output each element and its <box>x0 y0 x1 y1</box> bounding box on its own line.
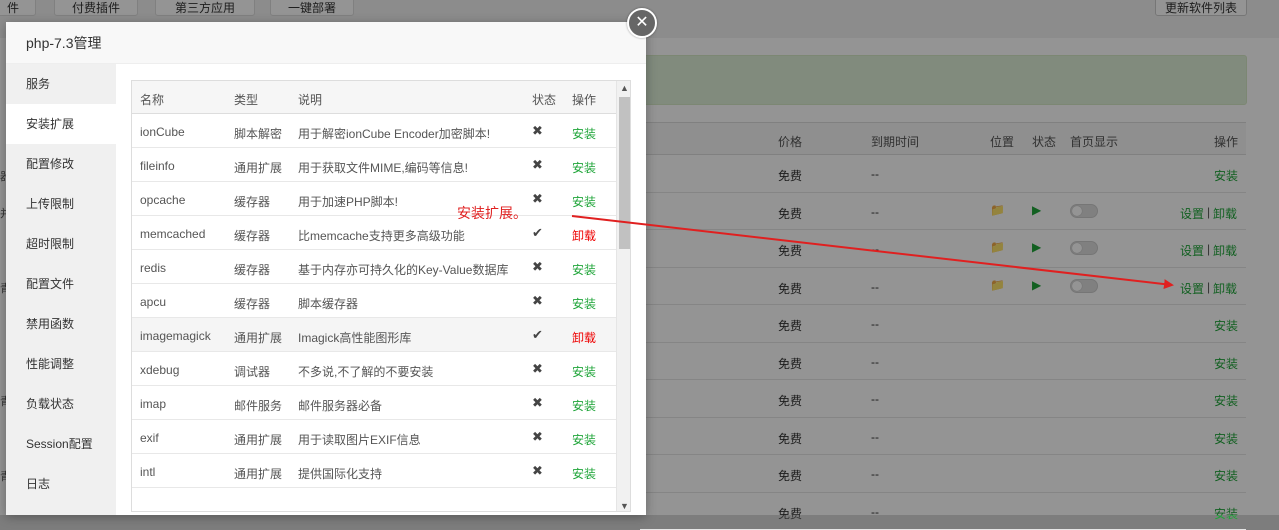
extension-type: 通用扩展 <box>234 329 282 346</box>
extension-row: imagemagick 通用扩展 Imagick高性能图形库 ✔ 卸载 <box>132 318 616 352</box>
scroll-up-icon[interactable]: ▲ <box>617 81 631 95</box>
sidebar-item-config-file[interactable]: 配置文件 <box>6 264 116 304</box>
sidebar-item-disabled-functions[interactable]: 禁用函数 <box>6 304 116 344</box>
extension-type: 通用扩展 <box>234 431 282 448</box>
extension-name: redis <box>140 261 166 275</box>
install-link[interactable]: 安装 <box>572 125 596 142</box>
extension-row: fileinfo 通用扩展用于获取文件MIME,编码等信息! ✖ 安装 <box>132 148 616 182</box>
extension-table-scrollbar[interactable]: ▲ ▼ <box>616 81 631 512</box>
sidebar-item-timeout-limit[interactable]: 超时限制 <box>6 224 116 264</box>
extension-desc: 邮件服务器必备 <box>298 397 382 414</box>
sidebar-item-upload-limit[interactable]: 上传限制 <box>6 184 116 224</box>
extension-type: 邮件服务 <box>234 397 282 414</box>
extension-name: ionCube <box>140 125 185 139</box>
extension-type: 通用扩展 <box>234 465 282 482</box>
extension-row: intl 通用扩展提供国际化支持 ✖ 安装 <box>132 454 616 488</box>
extension-desc: 不多说,不了解的不要安装 <box>298 363 433 380</box>
extension-type: 通用扩展 <box>234 159 282 176</box>
sidebar-item-config-edit[interactable]: 配置修改 <box>6 144 116 184</box>
col-op: 操作 <box>572 91 596 108</box>
sidebar-item-service[interactable]: 服务 <box>6 64 116 104</box>
modal-title: php-7.3管理 <box>6 22 646 64</box>
extension-desc: 用于解密ionCube Encoder加密脚本! <box>298 125 490 142</box>
cross-icon: ✖ <box>532 463 543 479</box>
uninstall-link[interactable]: 卸载 <box>572 227 596 244</box>
extension-name: apcu <box>140 295 166 309</box>
scroll-down-icon[interactable]: ▼ <box>617 499 631 512</box>
extension-desc: 用于读取图片EXIF信息 <box>298 431 421 448</box>
extension-desc: Imagick高性能图形库 <box>298 329 411 346</box>
extension-type: 缓存器 <box>234 295 270 312</box>
extension-name: opcache <box>140 193 185 207</box>
extension-desc: 用于获取文件MIME,编码等信息! <box>298 159 468 176</box>
extension-name: imap <box>140 397 166 411</box>
install-link[interactable]: 安装 <box>572 363 596 380</box>
extension-name: memcached <box>140 227 205 241</box>
extension-row: redis 缓存器 基于内存亦可持久化的Key-Value数据库 ✖ 安装 <box>132 250 616 284</box>
cross-icon: ✖ <box>532 395 543 411</box>
cross-icon: ✖ <box>532 157 543 173</box>
extension-table: 名称 类型 说明 状态 操作 ionCube 脚本解密用于解密ionCube En… <box>131 80 631 512</box>
cross-icon: ✖ <box>532 293 543 309</box>
extension-table-header: 名称 类型 说明 状态 操作 <box>132 81 616 114</box>
extension-desc: 基于内存亦可持久化的Key-Value数据库 <box>298 261 508 278</box>
col-desc: 说明 <box>298 91 322 108</box>
extension-type: 缓存器 <box>234 193 270 210</box>
cross-icon: ✖ <box>532 429 543 445</box>
modal-sidebar: 服务 安装扩展 配置修改 上传限制 超时限制 配置文件 禁用函数 性能调整 负载… <box>6 64 116 515</box>
extension-name: imagemagick <box>140 329 211 343</box>
sidebar-item-load-status[interactable]: 负载状态 <box>6 384 116 424</box>
extension-name: xdebug <box>140 363 179 377</box>
sidebar-item-performance[interactable]: 性能调整 <box>6 344 116 384</box>
extension-desc: 脚本缓存器 <box>298 295 358 312</box>
extension-desc: 比memcache支持更多高级功能 <box>298 227 465 244</box>
extension-row: exif 通用扩展用于读取图片EXIF信息 ✖ 安装 <box>132 420 616 454</box>
sidebar-item-logs[interactable]: 日志 <box>6 464 116 504</box>
install-link[interactable]: 安装 <box>572 465 596 482</box>
extension-type: 缓存器 <box>234 261 270 278</box>
install-link[interactable]: 安装 <box>572 295 596 312</box>
check-icon: ✔ <box>532 327 543 343</box>
annotation-text: 安装扩展。 <box>457 203 527 223</box>
col-status: 状态 <box>532 91 556 108</box>
col-type: 类型 <box>234 91 258 108</box>
install-link[interactable]: 安装 <box>572 159 596 176</box>
cross-icon: ✖ <box>532 361 543 377</box>
extension-row: ionCube 脚本解密用于解密ionCube Encoder加密脚本! ✖ 安装 <box>132 114 616 148</box>
modal-content: 名称 类型 说明 状态 操作 ionCube 脚本解密用于解密ionCube En… <box>116 64 646 515</box>
extension-row: apcu 缓存器 脚本缓存器 ✖ 安装 <box>132 284 616 318</box>
install-link[interactable]: 安装 <box>572 261 596 278</box>
install-link[interactable]: 安装 <box>572 431 596 448</box>
cross-icon: ✖ <box>532 123 543 139</box>
php-manage-modal: php-7.3管理 服务 安装扩展 配置修改 上传限制 超时限制 配置文件 禁用… <box>6 22 646 515</box>
sidebar-item-install-extension[interactable]: 安装扩展 <box>6 104 116 144</box>
uninstall-link[interactable]: 卸载 <box>572 329 596 346</box>
extension-row: memcached 缓存器 比memcache支持更多高级功能 ✔ 卸载 <box>132 216 616 250</box>
extension-name: fileinfo <box>140 159 175 173</box>
extension-type: 调试器 <box>234 363 270 380</box>
extension-row: opcache 缓存器 用于加速PHP脚本! ✖ 安装 <box>132 182 616 216</box>
extension-type: 缓存器 <box>234 227 270 244</box>
install-link[interactable]: 安装 <box>572 193 596 210</box>
extension-desc: 用于加速PHP脚本! <box>298 193 398 210</box>
check-icon: ✔ <box>532 225 543 241</box>
extension-desc: 提供国际化支持 <box>298 465 382 482</box>
extension-name: exif <box>140 431 159 445</box>
extension-row: imap 邮件服务邮件服务器必备 ✖ 安装 <box>132 386 616 420</box>
extension-name: intl <box>140 465 155 479</box>
cross-icon: ✖ <box>532 191 543 207</box>
close-icon[interactable]: ✕ <box>627 8 657 38</box>
extension-row: xdebug 调试器 不多说,不了解的不要安装 ✖ 安装 <box>132 352 616 386</box>
col-name: 名称 <box>140 91 164 108</box>
cross-icon: ✖ <box>532 259 543 275</box>
extension-type: 脚本解密 <box>234 125 282 142</box>
install-link[interactable]: 安装 <box>572 397 596 414</box>
scrollbar-thumb[interactable] <box>619 97 630 249</box>
sidebar-item-session-config[interactable]: Session配置 <box>6 424 116 464</box>
